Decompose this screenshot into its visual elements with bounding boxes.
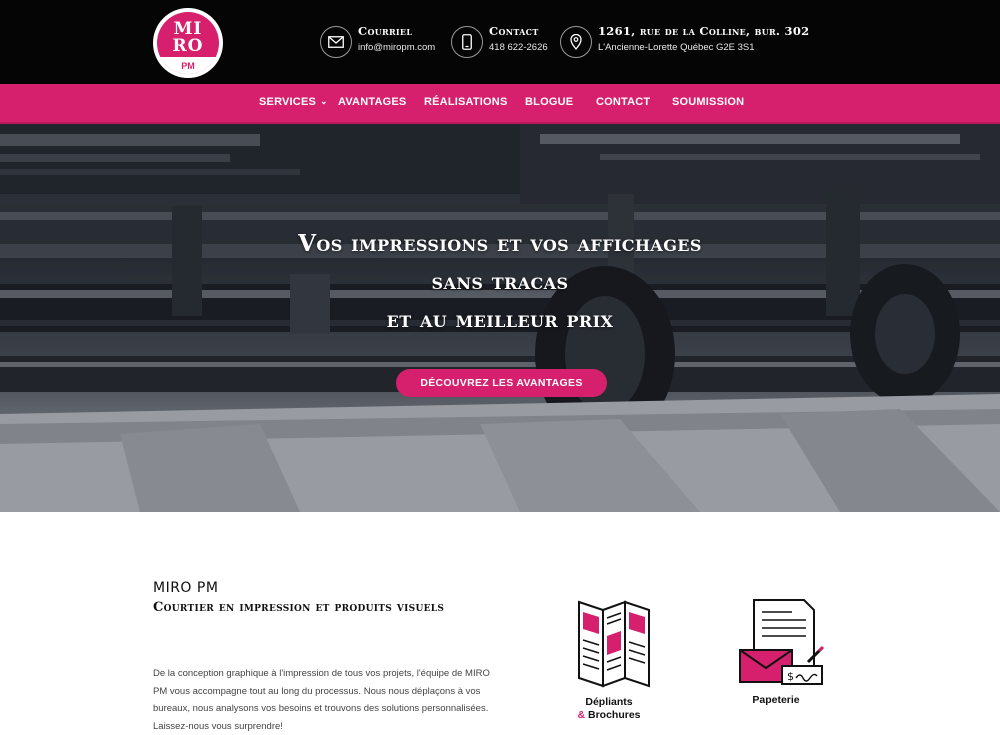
contact-phone-value[interactable]: 418 622-2626: [489, 41, 548, 55]
contact-address-value: L'Ancienne-Lorette Québec G2E 3S1: [598, 42, 755, 53]
hero-heading-line3: et au meilleur prix: [386, 306, 614, 333]
stationery-icon: $: [739, 599, 825, 685]
service-brochures-line2: Brochures: [585, 709, 641, 721]
contact-address: 1261, rue de la Colline, bur. 302 L'Anci…: [560, 24, 810, 58]
contact-address-title: 1261, rue de la Colline, bur. 302: [598, 24, 810, 38]
nav-item-services[interactable]: SERVICES ⌄: [259, 96, 328, 108]
service-papeterie[interactable]: $ Papeterie: [716, 596, 836, 707]
contact-email-title: Courriel: [358, 24, 413, 38]
hero-heading-line2: sans tracas: [431, 268, 569, 295]
svg-text:$: $: [787, 670, 794, 683]
location-pin-icon: [560, 26, 592, 58]
about-brand: MIRO PM: [153, 580, 219, 596]
contact-email-value[interactable]: info@miropm.com: [358, 41, 435, 55]
service-papeterie-label: Papeterie: [752, 694, 800, 706]
about-tagline: Courtier en impression et produits visue…: [153, 600, 445, 615]
envelope-icon: [320, 26, 352, 58]
service-brochures-line1: Dépliants: [585, 696, 633, 708]
miro-pm-logo[interactable]: MI RO PM: [153, 8, 223, 78]
hero-banner: Vos impressions et vos affichages sans t…: [0, 124, 1000, 512]
logo-text-mid: RO: [172, 36, 204, 56]
logo-badge: MI RO PM: [157, 12, 219, 74]
service-brochures[interactable]: Dépliants & Brochures: [549, 596, 669, 722]
main-nav: SERVICES ⌄ AVANTAGES RÉALISATIONS BLOGUE …: [0, 84, 1000, 124]
contact-phone[interactable]: Contact 418 622-2626: [451, 24, 548, 58]
logo-text-bottom: PM: [181, 61, 195, 71]
nav-item-avantages[interactable]: AVANTAGES: [338, 96, 406, 108]
about-paragraph: De la conception graphique à l'impressio…: [153, 668, 490, 732]
nav-item-soumission[interactable]: SOUMISSION: [672, 96, 744, 108]
service-brochures-amp: &: [577, 709, 586, 721]
top-header: MI RO PM Courriel info@miropm.com Contac…: [0, 0, 1000, 84]
contact-email[interactable]: Courriel info@miropm.com: [320, 24, 435, 58]
nav-item-blogue[interactable]: BLOGUE: [525, 96, 573, 108]
discover-advantages-button[interactable]: DÉCOUVREZ LES AVANTAGES: [396, 369, 607, 397]
phone-icon: [451, 26, 483, 58]
nav-item-contact[interactable]: CONTACT: [596, 96, 650, 108]
chevron-down-icon: ⌄: [320, 96, 328, 106]
nav-item-label: SERVICES: [259, 96, 317, 108]
brochure-icon: [578, 600, 650, 688]
hero-heading-line1: Vos impressions et vos affichages: [298, 230, 702, 257]
contact-phone-title: Contact: [489, 24, 539, 38]
nav-item-realisations[interactable]: RÉALISATIONS: [424, 96, 507, 108]
service-brochures-label: Dépliants & Brochures: [549, 696, 669, 722]
